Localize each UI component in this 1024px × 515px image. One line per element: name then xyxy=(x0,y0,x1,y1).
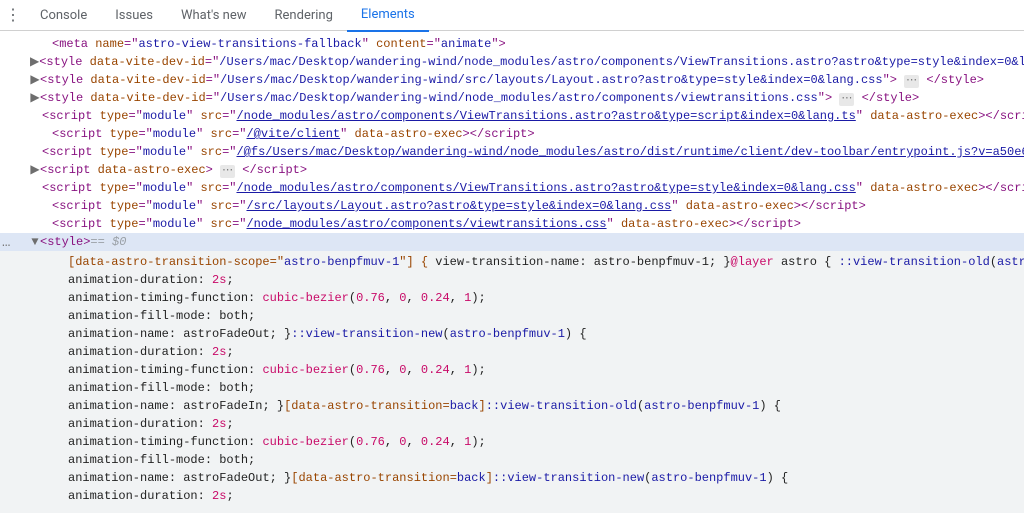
tab-rendering[interactable]: Rendering xyxy=(261,0,347,30)
tab-elements[interactable]: Elements xyxy=(347,0,429,32)
dom-node-script[interactable]: <script type="module" src="/@fs/Users/ma… xyxy=(0,143,1024,161)
dom-node-style[interactable]: ▶ <style data-vite-dev-id="/Users/mac/De… xyxy=(0,89,1024,107)
expand-icon[interactable]: ▶ xyxy=(30,53,39,71)
style-text-content[interactable]: [data-astro-transition-scope="astro-benp… xyxy=(0,251,1024,513)
dom-node-script[interactable]: <script type="module" src="/node_modules… xyxy=(0,179,1024,197)
dom-node-script[interactable]: <script type="module" src="/node_modules… xyxy=(0,215,1024,233)
tab-issues[interactable]: Issues xyxy=(101,0,167,30)
expand-icon[interactable]: ▶ xyxy=(30,89,40,107)
src-link[interactable]: /node_modules/astro/components/ViewTrans… xyxy=(236,179,855,197)
dom-node-style-selected[interactable]: … ▼ <style> == $0 xyxy=(0,233,1024,251)
src-link[interactable]: /@vite/client xyxy=(246,125,340,143)
dom-node-script[interactable]: <script type="module" src="/node_modules… xyxy=(0,107,1024,125)
devtools-tabbar: ⋮ Console Issues What's new Rendering El… xyxy=(0,0,1024,31)
tab-console[interactable]: Console xyxy=(26,0,101,30)
collapse-icon[interactable]: ▼ xyxy=(30,233,40,251)
tab-whatsnew[interactable]: What's new xyxy=(167,0,261,30)
expand-icon[interactable]: ▶ xyxy=(30,161,40,179)
ellipsis-icon[interactable]: ⋯ xyxy=(220,165,235,178)
dom-node-meta[interactable]: <meta name="astro-view-transitions-fallb… xyxy=(0,35,1024,53)
dom-node-style[interactable]: ▶ <style data-vite-dev-id="/Users/mac/De… xyxy=(0,53,1024,71)
dom-node-script[interactable]: <script type="module" src="/@vite/client… xyxy=(0,125,1024,143)
more-menu-button[interactable]: ⋮ xyxy=(0,7,26,23)
ellipsis-icon[interactable]: ⋯ xyxy=(904,75,919,88)
dom-tree[interactable]: <meta name="astro-view-transitions-fallb… xyxy=(0,31,1024,513)
src-link[interactable]: /@fs/Users/mac/Desktop/wandering-wind/no… xyxy=(236,143,1024,161)
src-link[interactable]: /node_modules/astro/components/viewtrans… xyxy=(246,215,606,233)
dom-node-script[interactable]: ▶ <script data-astro-exec> ⋯ </script> xyxy=(0,161,1024,179)
src-link[interactable]: /src/layouts/Layout.astro?astro&type=sty… xyxy=(246,197,671,215)
dom-node-style[interactable]: ▶ <style data-vite-dev-id="/Users/mac/De… xyxy=(0,71,1024,89)
ellipsis-icon[interactable]: ⋯ xyxy=(839,93,854,106)
selected-marker: == $0 xyxy=(90,233,126,251)
src-link[interactable]: /node_modules/astro/components/ViewTrans… xyxy=(236,107,855,125)
dom-node-script[interactable]: <script type="module" src="/src/layouts/… xyxy=(0,197,1024,215)
row-actions-icon[interactable]: … xyxy=(2,234,10,252)
expand-icon[interactable]: ▶ xyxy=(30,71,40,89)
